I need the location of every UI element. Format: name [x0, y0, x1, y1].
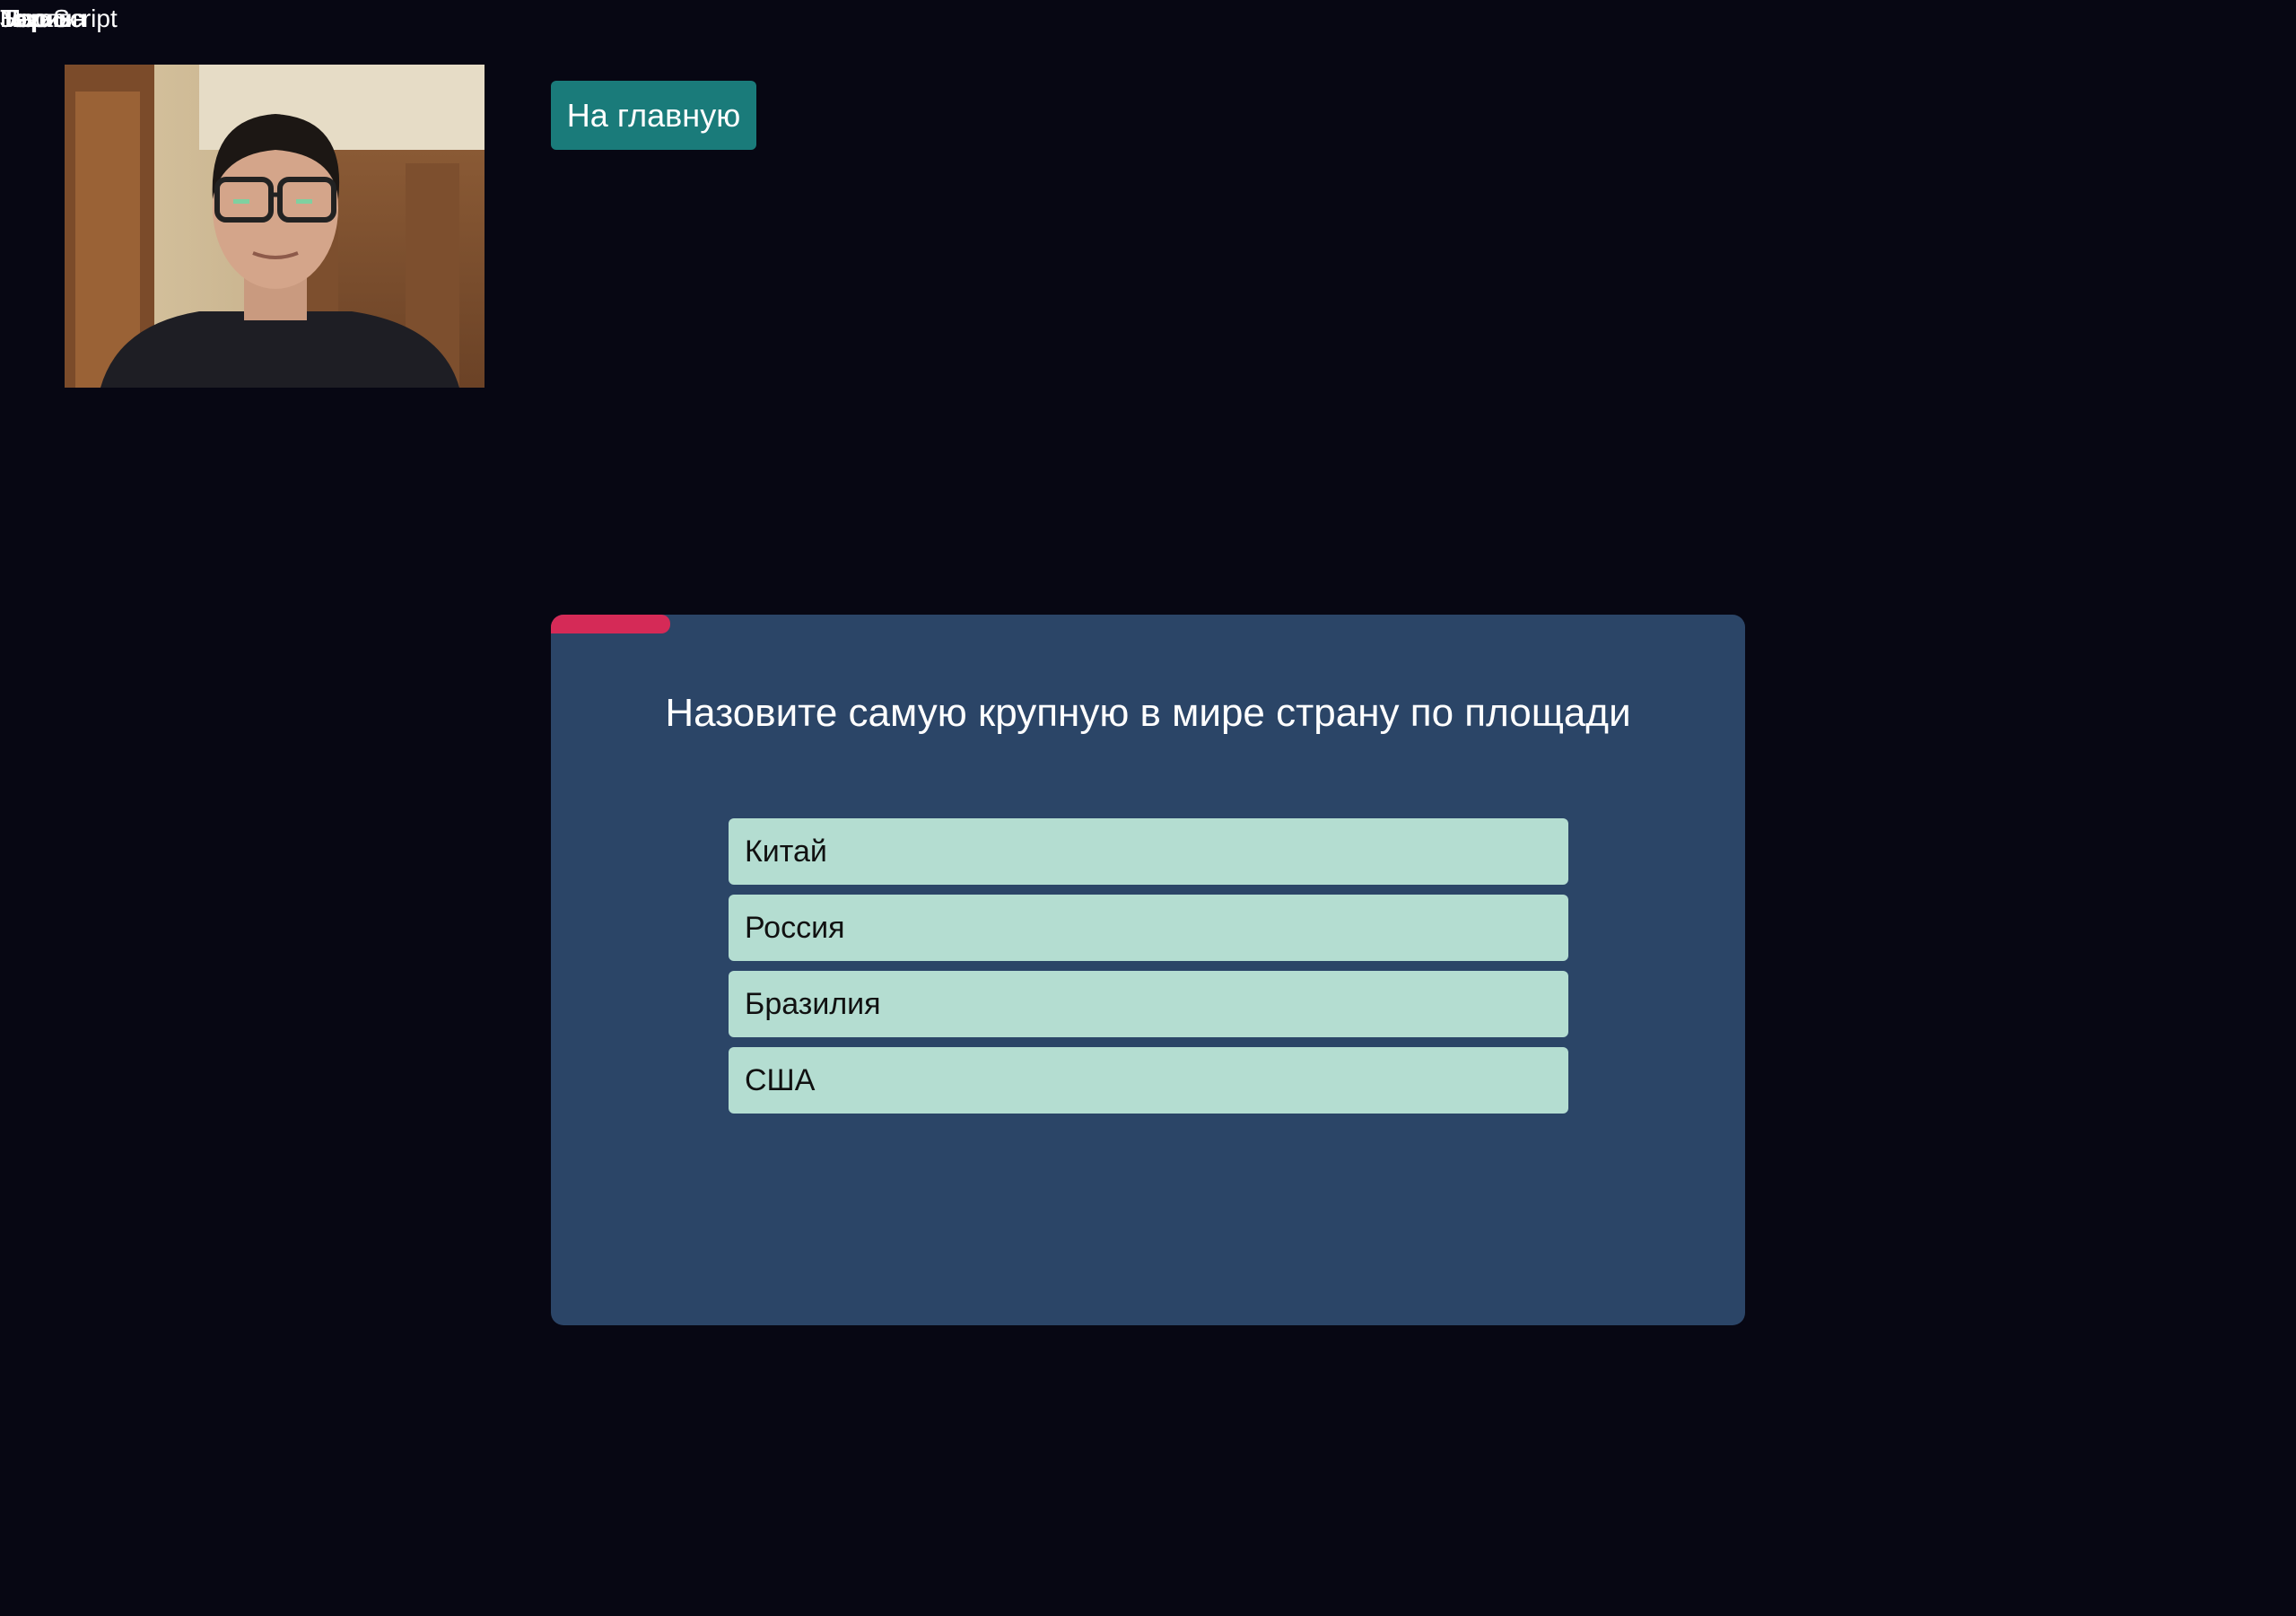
answer-option-russia[interactable]: Россия	[729, 895, 1568, 961]
answer-option-china[interactable]: Китай	[729, 818, 1568, 885]
webcam-video	[65, 65, 485, 388]
webcam-person-image	[65, 65, 485, 388]
timer-bar	[551, 615, 1745, 633]
header-label: Токио	[0, 4, 66, 32]
answer-option-brazil[interactable]: Бразилия	[729, 971, 1568, 1037]
answer-option-usa[interactable]: США	[729, 1047, 1568, 1114]
quiz-card: Назовите самую крупную в мире страну по …	[551, 615, 1745, 1325]
question-text: Назовите самую крупную в мире страну по …	[665, 691, 1631, 735]
timer-bar-fill	[551, 615, 671, 633]
home-button[interactable]: На главную	[551, 81, 756, 150]
answer-list: Китай Россия Бразилия США	[729, 818, 1568, 1123]
